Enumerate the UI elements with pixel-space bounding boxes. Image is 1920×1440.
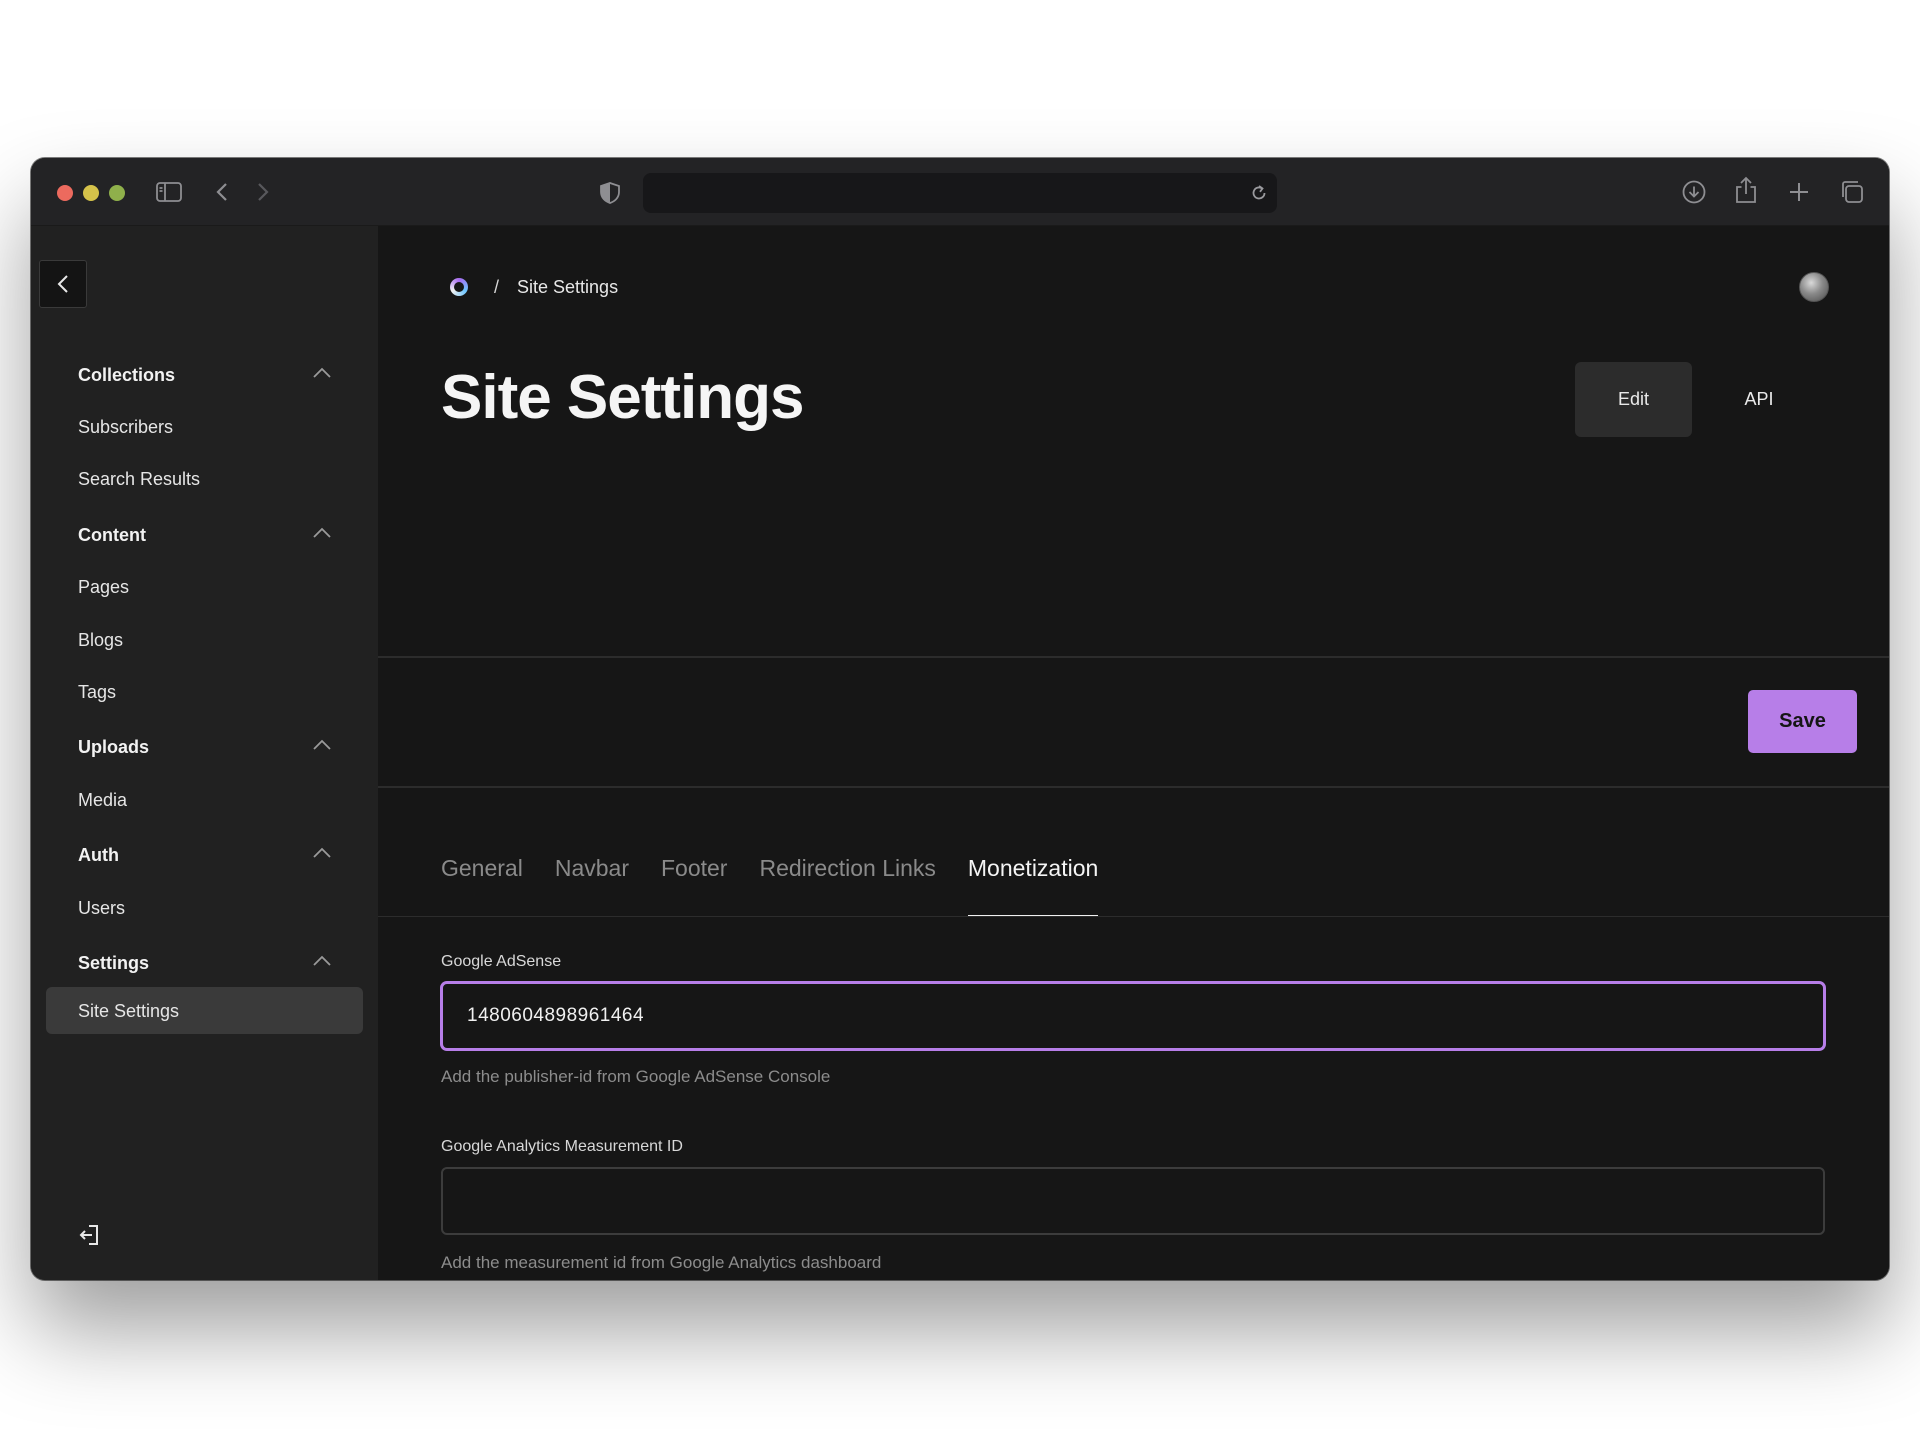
tab-monetization[interactable]: Monetization xyxy=(967,853,1099,917)
analytics-measurement-id-input[interactable] xyxy=(441,1167,1825,1235)
edit-button[interactable]: Edit xyxy=(1575,362,1692,437)
logout-icon[interactable] xyxy=(78,1223,102,1252)
nav-group-uploads[interactable]: Uploads xyxy=(78,737,149,758)
chevron-up-icon[interactable] xyxy=(312,954,332,972)
analytics-hint: Add the measurement id from Google Analy… xyxy=(441,1253,882,1272)
browser-window: Collections Subscribers Search Results C… xyxy=(31,158,1889,1280)
sidebar-item-tags[interactable]: Tags xyxy=(78,682,116,703)
browser-toolbar xyxy=(31,158,1889,226)
sidebar-item-search-results[interactable]: Search Results xyxy=(78,469,200,490)
reload-icon[interactable] xyxy=(1249,183,1269,208)
chevron-up-icon[interactable] xyxy=(312,526,332,544)
download-icon[interactable] xyxy=(1681,179,1707,205)
tab-redirection-links[interactable]: Redirection Links xyxy=(759,853,935,917)
tabs-overview-icon[interactable] xyxy=(1839,179,1865,205)
sidebar: Collections Subscribers Search Results C… xyxy=(31,226,378,1280)
share-icon[interactable] xyxy=(1735,176,1757,204)
nav-group-collections[interactable]: Collections xyxy=(78,365,175,386)
api-button[interactable]: API xyxy=(1709,362,1809,437)
tab-footer[interactable]: Footer xyxy=(661,853,727,917)
sidebar-item-users[interactable]: Users xyxy=(78,898,125,919)
toolbar-divider xyxy=(378,786,1889,788)
user-avatar[interactable] xyxy=(1799,272,1829,302)
plus-icon[interactable] xyxy=(1787,180,1811,204)
main-content: / Site Settings Site Settings Edit API S… xyxy=(378,226,1889,1280)
chevron-up-icon[interactable] xyxy=(312,366,332,384)
breadcrumb: / Site Settings xyxy=(450,276,618,298)
collapse-sidebar-button[interactable] xyxy=(39,260,87,308)
url-bar[interactable] xyxy=(643,173,1277,213)
sidebar-item-pages[interactable]: Pages xyxy=(78,577,129,598)
breadcrumb-current: Site Settings xyxy=(517,276,619,297)
adsense-hint: Add the publisher-id from Google AdSense… xyxy=(441,1067,831,1086)
nav-group-settings[interactable]: Settings xyxy=(78,953,149,974)
home-logo-icon[interactable] xyxy=(450,278,468,296)
nav-group-auth[interactable]: Auth xyxy=(78,845,119,866)
nav-group-content[interactable]: Content xyxy=(78,525,146,546)
sidebar-item-blogs[interactable]: Blogs xyxy=(78,630,123,651)
sidebar-toggle-icon[interactable] xyxy=(156,181,182,203)
breadcrumb-separator: / xyxy=(494,276,500,297)
minimize-window-button[interactable] xyxy=(83,185,99,201)
sidebar-item-media[interactable]: Media xyxy=(78,790,127,811)
tab-navbar[interactable]: Navbar xyxy=(555,853,629,917)
maximize-window-button[interactable] xyxy=(109,185,125,201)
forward-icon[interactable] xyxy=(256,181,270,203)
page-title: Site Settings xyxy=(441,363,805,432)
sidebar-item-subscribers[interactable]: Subscribers xyxy=(78,417,173,438)
close-window-button[interactable] xyxy=(57,185,73,201)
chevron-up-icon[interactable] xyxy=(312,738,332,756)
adsense-input[interactable] xyxy=(441,982,1825,1050)
save-button[interactable]: Save xyxy=(1748,690,1857,753)
chevron-left-icon xyxy=(57,275,68,293)
shield-icon[interactable] xyxy=(599,181,621,205)
adsense-label: Google AdSense xyxy=(441,953,562,970)
back-icon[interactable] xyxy=(215,181,229,203)
analytics-label: Google Analytics Measurement ID xyxy=(441,1138,683,1155)
sidebar-item-site-settings[interactable]: Site Settings xyxy=(78,1001,179,1022)
header-divider xyxy=(378,656,1889,658)
chevron-up-icon[interactable] xyxy=(312,846,332,864)
tab-general[interactable]: General xyxy=(441,853,523,917)
settings-tabs: General Navbar Footer Redirection Links … xyxy=(441,853,1130,917)
tabs-divider xyxy=(378,916,1889,917)
